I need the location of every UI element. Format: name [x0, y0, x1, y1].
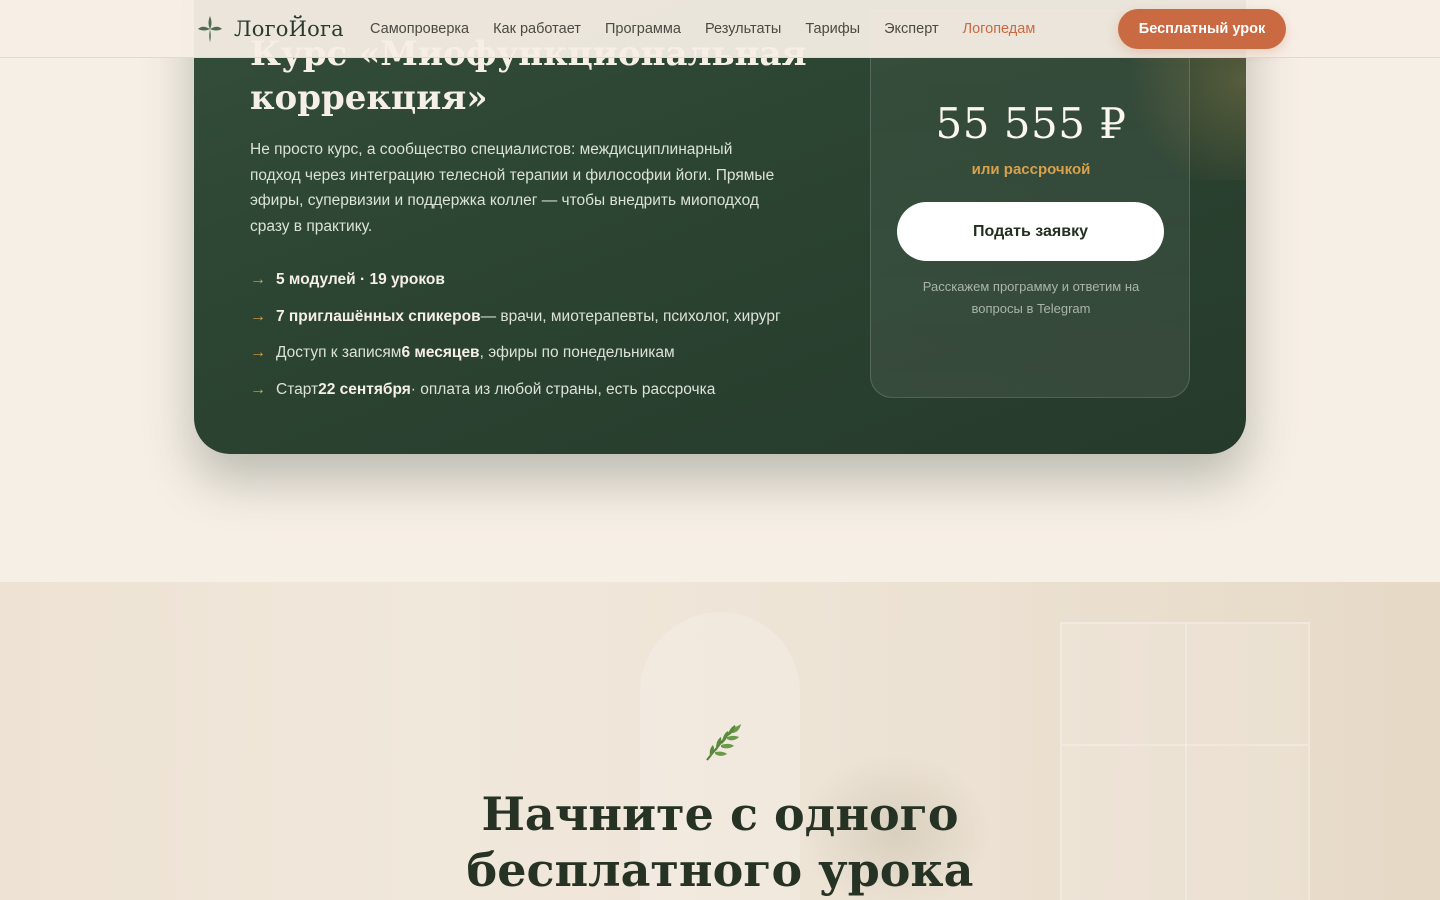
free-lesson-section: Начните с одного бесплатного урока	[0, 582, 1440, 900]
course-description: Не просто курс, а сообщество специалисто…	[250, 141, 775, 235]
installment-note: или рассрочкой	[971, 161, 1091, 178]
apply-note: Расскажем программу и ответим на вопросы…	[922, 279, 1140, 316]
course-price: 55 555 ₽	[935, 99, 1127, 148]
feature-item: → Доступ к записям 6 месяцев, эфиры по п…	[250, 344, 675, 362]
nav-link-expert[interactable]: Эксперт	[884, 21, 938, 37]
logo-leaf-icon	[198, 16, 222, 42]
arrow-right-icon: →	[250, 380, 266, 398]
apply-button[interactable]: Подать заявку	[897, 202, 1164, 261]
feature-item: → 7 приглашённых спикеров — врачи, миоте…	[250, 307, 781, 325]
feature-item: → 5 модулей · 19 уроков	[250, 271, 445, 289]
nav-link-self-check[interactable]: Самопроверка	[370, 21, 469, 37]
free-lesson-title: Начните с одного бесплатного урока	[466, 787, 974, 897]
nav-link-program[interactable]: Программа	[605, 21, 681, 37]
price-panel: 55 555 ₽ или рассрочкой Подать заявку Ра…	[870, 10, 1190, 398]
nav-link-speech-therapists[interactable]: Логопедам	[963, 21, 1036, 37]
logo-text: ЛогоЙога	[234, 17, 344, 41]
background-window	[1060, 622, 1310, 900]
nav-link-how-it-works[interactable]: Как работает	[493, 21, 581, 37]
nav-link-pricing[interactable]: Тарифы	[805, 21, 860, 37]
free-lesson-button[interactable]: Бесплатный урок	[1118, 9, 1286, 49]
feature-item: → Старт 22 сентября · оплата из любой ст…	[250, 380, 716, 398]
course-features: → 5 модулей · 19 уроков → 7 приглашённых…	[250, 262, 850, 408]
leaf-icon	[706, 724, 741, 761]
arrow-right-icon: →	[250, 344, 266, 362]
nav-link-results[interactable]: Результаты	[705, 21, 781, 37]
course-card: Курс «Миофункциональная коррекция» Не пр…	[194, 0, 1246, 454]
arrow-right-icon: →	[250, 307, 266, 325]
nav-links: Самопроверка Как работает Программа Резу…	[370, 0, 1035, 58]
arrow-right-icon: →	[250, 271, 266, 289]
logo[interactable]: ЛогоЙога	[196, 12, 344, 46]
top-navigation: ЛогоЙога Самопроверка Как работает Прогр…	[0, 0, 1440, 58]
